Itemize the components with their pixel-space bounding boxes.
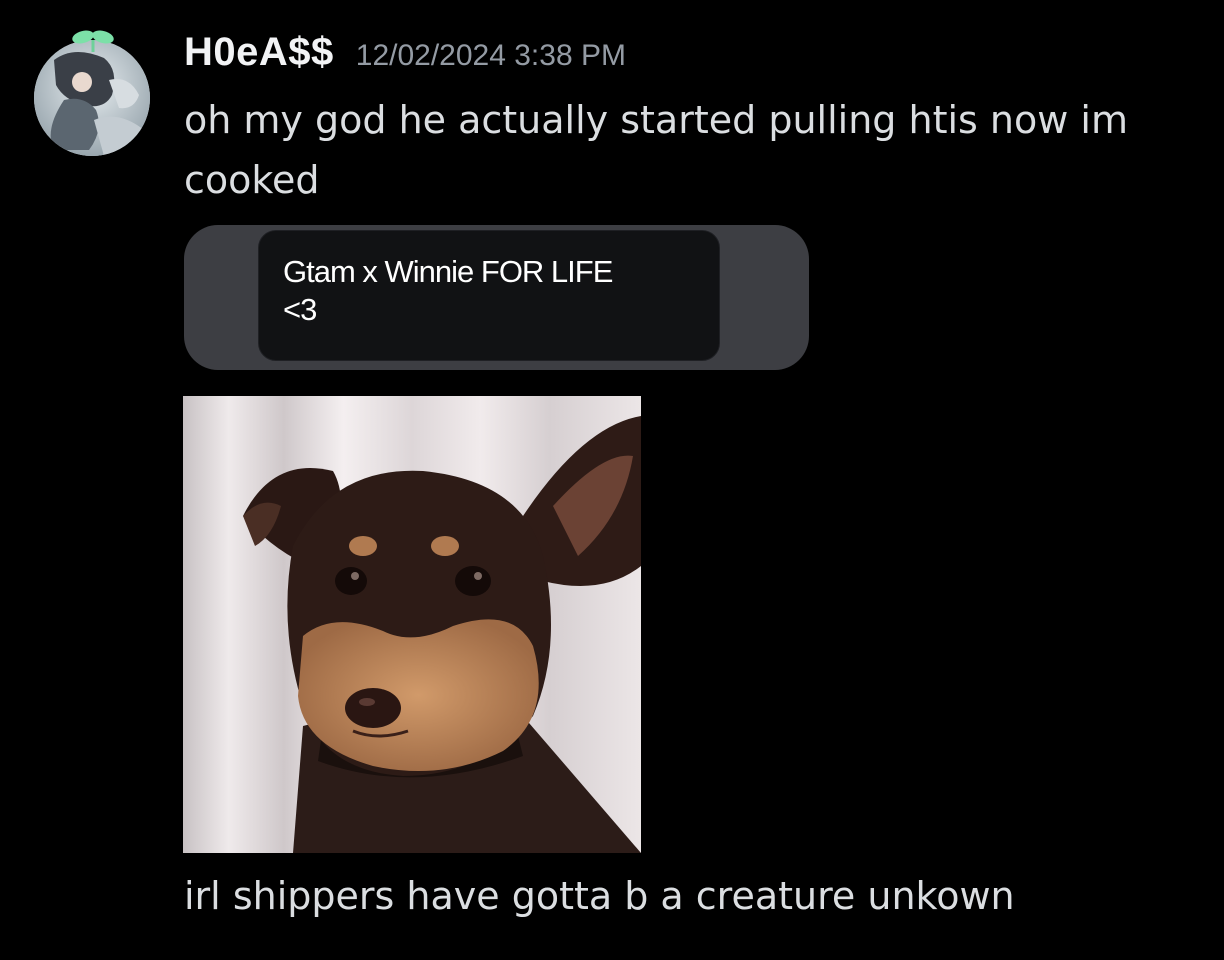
message-header: H0eA$$ 12/02/2024 3:38 PM [184, 30, 626, 75]
leaf-decoration-icon [70, 28, 116, 52]
quoted-text-line: <3 [283, 292, 317, 327]
timestamp: 12/02/2024 3:38 PM [355, 39, 626, 72]
quoted-message-card: Gtam x Winnie FOR LIFE <3 [258, 230, 720, 361]
embedded-screenshot[interactable]: Gtam x Winnie FOR LIFE <3 [184, 225, 809, 370]
message-text: oh my god he actually started pulling ht… [184, 98, 1128, 202]
gif-attachment[interactable] [183, 396, 641, 853]
quoted-text-line: Gtam x Winnie FOR LIFE [283, 254, 613, 289]
chat-message: H0eA$$ 12/02/2024 3:38 PM oh my god he a… [0, 0, 1224, 960]
message-text: irl shippers have gotta b a creature unk… [184, 874, 1015, 918]
username[interactable]: H0eA$$ [184, 30, 334, 75]
avatar[interactable] [34, 40, 150, 156]
